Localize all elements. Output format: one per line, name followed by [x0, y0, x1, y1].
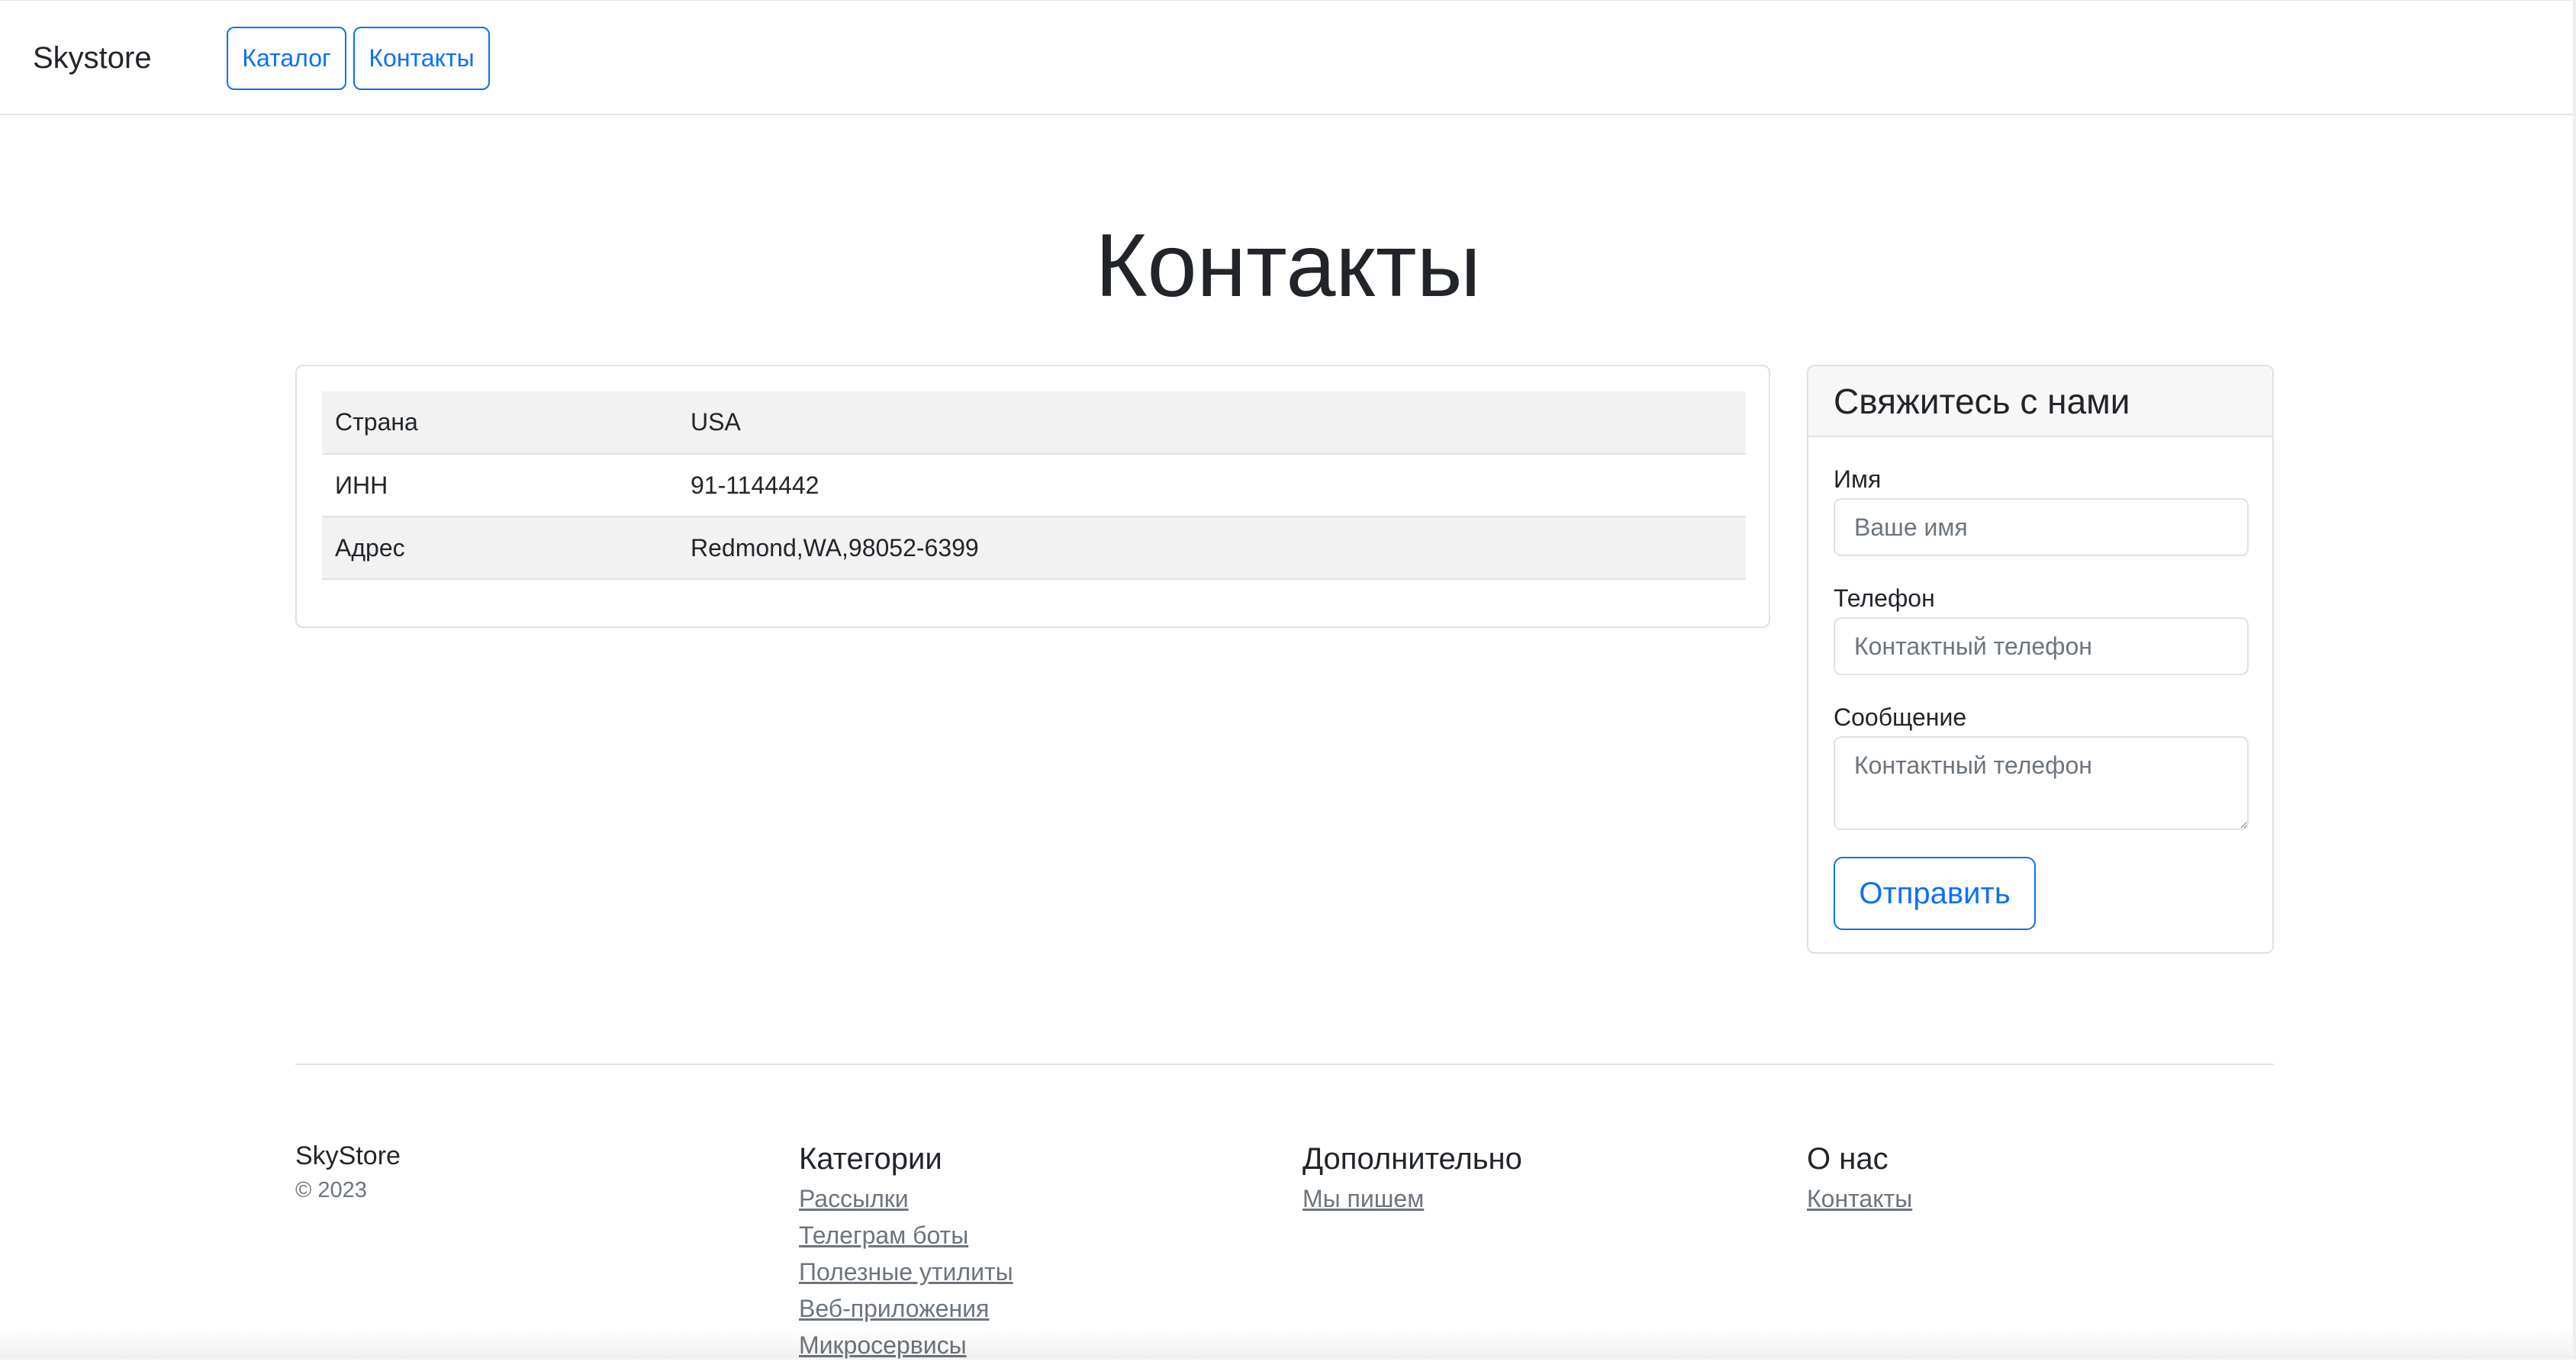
- table-row: ИНН 91-1144442: [322, 454, 1746, 517]
- name-input[interactable]: [1834, 498, 2249, 556]
- window-scrollbar-edge: [2573, 0, 2576, 1360]
- footer-categories-heading: Категории: [799, 1142, 942, 1176]
- footer-divider: [295, 1064, 2274, 1065]
- footer-link-microservices[interactable]: Микросервисы: [799, 1331, 967, 1359]
- table-row: Страна USA: [322, 391, 1746, 455]
- footer-copyright: © 2023: [295, 1178, 367, 1202]
- info-value-inn: 91-1144442: [678, 454, 1746, 517]
- info-value-address: Redmond,WA,98052-6399: [678, 517, 1746, 580]
- page-title: Контакты: [1095, 215, 1481, 315]
- footer-about-list: Контакты: [1807, 1185, 1912, 1222]
- footer-about-heading: О нас: [1807, 1142, 1889, 1176]
- list-item: Рассылки: [799, 1185, 1013, 1222]
- footer-link-telegram-bots[interactable]: Телеграм боты: [799, 1222, 968, 1249]
- footer-link-utilities[interactable]: Полезные утилиты: [799, 1258, 1013, 1286]
- list-item: Микросервисы: [799, 1331, 1013, 1368]
- footer-link-mailings[interactable]: Рассылки: [799, 1185, 909, 1212]
- list-item: Полезные утилиты: [799, 1258, 1013, 1295]
- name-label: Имя: [1834, 465, 1882, 493]
- contact-form-header: Свяжитесь с нами: [1808, 366, 2272, 437]
- phone-label: Телефон: [1834, 584, 1935, 612]
- footer-extra-list: Мы пишем: [1302, 1185, 1522, 1222]
- footer-about-column: О нас Контакты: [1807, 1141, 1912, 1222]
- list-item: Мы пишем: [1302, 1185, 1522, 1222]
- info-key-inn: ИНН: [322, 454, 678, 517]
- company-info-card: Страна USA ИНН 91-1144442 Адрес Redmond,…: [295, 365, 1770, 628]
- footer-categories-list: Рассылки Телеграм боты Полезные утилиты …: [799, 1185, 1013, 1368]
- nav-contacts-button[interactable]: Контакты: [353, 27, 490, 90]
- phone-input[interactable]: [1834, 617, 2249, 675]
- footer-brand-column: SkyStore © 2023: [295, 1141, 401, 1204]
- list-item: Контакты: [1807, 1185, 1912, 1222]
- footer-categories-column: Категории Рассылки Телеграм боты Полезны…: [799, 1141, 1013, 1368]
- table-row: Адрес Redmond,WA,98052-6399: [322, 517, 1746, 580]
- footer-extra-column: Дополнительно Мы пишем: [1302, 1141, 1522, 1222]
- nav-catalog-button[interactable]: Каталог: [227, 27, 346, 90]
- list-item: Веб-приложения: [799, 1295, 1013, 1331]
- footer-extra-heading: Дополнительно: [1302, 1142, 1522, 1176]
- footer-link-web-apps[interactable]: Веб-приложения: [799, 1295, 989, 1322]
- company-info-table: Страна USA ИНН 91-1144442 Адрес Redmond,…: [322, 391, 1746, 580]
- contact-form-title: Свяжитесь с нами: [1834, 381, 2130, 421]
- footer-link-contacts[interactable]: Контакты: [1807, 1185, 1912, 1212]
- message-label: Сообщение: [1834, 703, 1967, 731]
- top-navbar: Skystore Каталог Контакты: [0, 0, 2576, 115]
- info-key-country: Страна: [322, 391, 678, 455]
- message-textarea[interactable]: [1834, 736, 2249, 830]
- info-key-address: Адрес: [322, 517, 678, 580]
- submit-button[interactable]: Отправить: [1834, 857, 2036, 930]
- footer-link-we-write[interactable]: Мы пишем: [1302, 1185, 1424, 1212]
- site-brand[interactable]: Skystore: [33, 39, 152, 77]
- viewport-bottom-shadow: [0, 1328, 2576, 1360]
- footer-brand: SkyStore: [295, 1141, 401, 1170]
- list-item: Телеграм боты: [799, 1222, 1013, 1258]
- info-value-country: USA: [678, 391, 1746, 455]
- contact-form-card: Свяжитесь с нами Имя Телефон Сообщение О…: [1807, 365, 2274, 954]
